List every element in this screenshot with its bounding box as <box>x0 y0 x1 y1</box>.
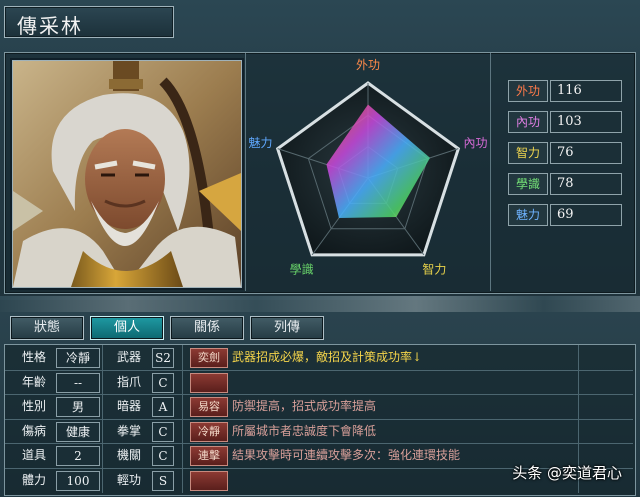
panel-divider <box>490 53 491 291</box>
row-divider <box>5 394 633 395</box>
attribute-label: 年齡 <box>21 374 46 389</box>
skill-tag[interactable]: 奕劍 <box>190 348 228 368</box>
weapon-type-label: 輕功 <box>116 472 141 487</box>
weapon-type-label: 指爪 <box>116 374 141 389</box>
tab-relations[interactable]: 關係 <box>170 316 244 340</box>
stat-value: 76 <box>550 142 622 164</box>
attribute-value: 2 <box>56 446 100 466</box>
stat-value: 78 <box>550 173 622 195</box>
attribute-value: -- <box>56 372 100 393</box>
character-portrait <box>12 60 242 288</box>
attribute-value: 冷靜 <box>56 348 100 368</box>
attribute-label: 道具 <box>21 448 46 462</box>
skill-description: 武器招成必爆，敵招及計策成功率↓ <box>232 350 423 364</box>
weapon-grade: S <box>152 470 174 491</box>
row-divider <box>5 418 633 420</box>
stat-label: 學識 <box>508 173 548 195</box>
radar-axis-label: 學識 <box>290 262 314 276</box>
weapon-grade: C <box>152 421 174 442</box>
attribute-label: 傷病 <box>21 423 46 438</box>
stat-label: 智力 <box>508 142 548 164</box>
weapon-type-label: 暗器 <box>116 399 141 413</box>
attribute-value: 100 <box>56 470 100 491</box>
row-divider <box>5 369 633 371</box>
character-name-box: 傳采林 <box>4 6 174 38</box>
column-divider <box>182 345 183 493</box>
skill-tag[interactable] <box>190 372 228 393</box>
tab-status[interactable]: 狀態 <box>10 316 84 340</box>
radar-axis-label: 魅力 <box>249 135 273 150</box>
stat-value: 116 <box>550 80 622 102</box>
skill-description: 所屬城市者忠誠度下會降低 <box>232 423 377 438</box>
column-divider <box>102 345 103 493</box>
stat-label: 內功 <box>508 111 548 133</box>
weapon-type-label: 機關 <box>116 448 141 462</box>
attribute-radar: 外功內功智力 學識 魅力 <box>249 58 488 276</box>
weapon-grade: C <box>152 372 174 393</box>
attribute-label: 性別 <box>21 399 46 413</box>
skill-tag[interactable]: 冷靜 <box>190 421 228 442</box>
stat-value: 69 <box>550 204 622 226</box>
weapon-type-label: 武器 <box>116 350 141 364</box>
attribute-label: 體力 <box>21 472 46 487</box>
skill-description: 結果攻擊時可連續攻擊多次：強化連環技能 <box>232 448 461 462</box>
skill-tag[interactable]: 易容 <box>190 397 228 417</box>
skill-description: 防禦提高，招式成功率提高 <box>232 399 377 413</box>
weapon-grade: S2 <box>152 348 174 368</box>
stat-label: 魅力 <box>508 204 548 226</box>
skill-tag[interactable] <box>190 470 228 491</box>
radar-axis-label: 外功 <box>356 58 380 72</box>
stat-value: 103 <box>550 111 622 133</box>
weapon-grade: C <box>152 446 174 466</box>
character-name: 傳采林 <box>17 14 83 38</box>
weapon-type-label: 拳掌 <box>116 423 141 438</box>
attribute-value: 男 <box>56 397 100 417</box>
weapon-grade: A <box>152 397 174 417</box>
attribute-value: 健康 <box>56 421 100 442</box>
radar-axis-label: 內功 <box>463 136 487 150</box>
portrait-illustration <box>13 61 241 287</box>
attribute-label: 性格 <box>21 350 46 364</box>
skill-tag[interactable]: 連擊 <box>190 446 228 466</box>
watermark-text: 头条 @奕道君心 <box>512 464 622 482</box>
tab-biography[interactable]: 列傳 <box>250 316 324 340</box>
tab-personal[interactable]: 個人 <box>90 316 164 340</box>
stat-label: 外功 <box>508 80 548 102</box>
row-divider <box>5 443 633 444</box>
radar-axis-label: 智力 <box>422 261 446 276</box>
